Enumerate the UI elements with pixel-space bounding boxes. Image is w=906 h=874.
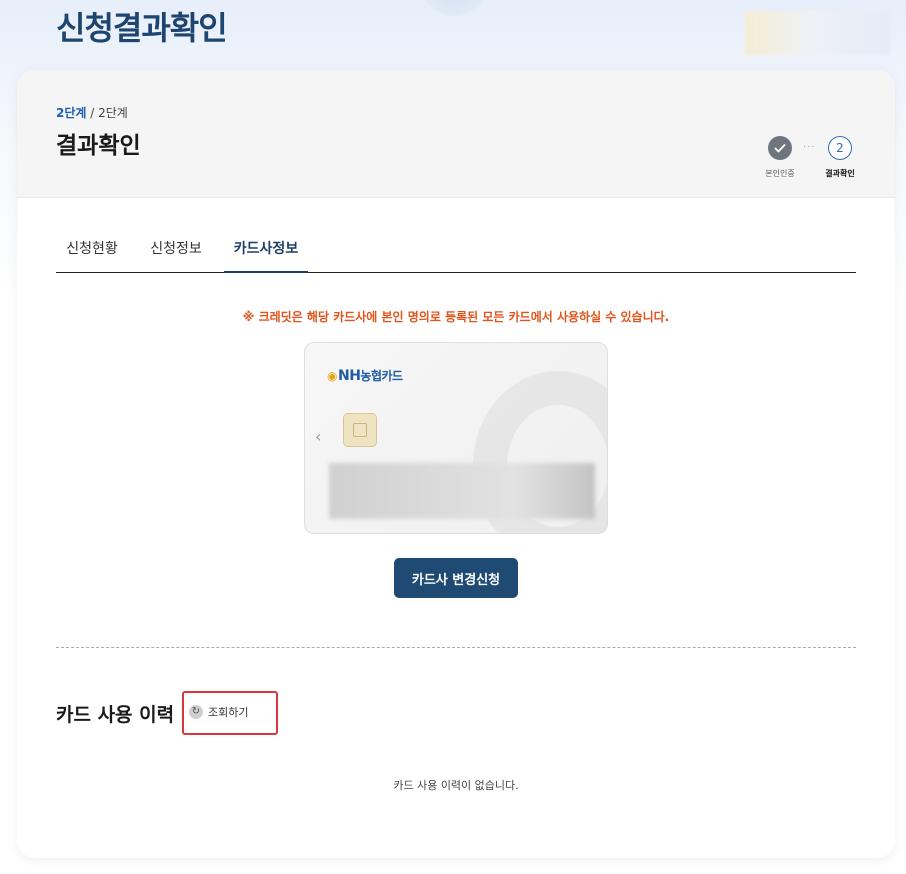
credit-notice: ※ 크레딧은 해당 카드사에 본인 명의로 등록된 모든 카드에서 사용하실 수… xyxy=(242,310,670,324)
lookup-button[interactable]: ↻ 조회하기 xyxy=(189,702,248,722)
section-title: 결과확인 xyxy=(56,133,141,159)
refresh-icon: ↻ xyxy=(189,705,203,719)
nh-logo-icon: ◉ xyxy=(327,369,337,383)
chevron-left-icon[interactable]: ‹ xyxy=(315,427,321,446)
tab-application-info[interactable]: 신청정보 xyxy=(140,236,212,272)
lookup-button-label: 조회하기 xyxy=(208,706,249,719)
nh-card-logo: ◉NH농협카드 xyxy=(327,367,403,384)
check-icon xyxy=(768,136,792,160)
banner-image xyxy=(745,11,891,55)
breadcrumb-total-step: 2단계 xyxy=(98,106,128,120)
tab-bar: 신청현황 신청정보 카드사정보 xyxy=(56,236,856,273)
card-brand-korean: 농협카드 xyxy=(360,369,403,383)
empty-history-message: 카드 사용 이력이 없습니다. xyxy=(393,779,519,792)
breadcrumb-current-step: 2단계 xyxy=(56,106,87,120)
step-label: 결과확인 xyxy=(825,169,855,178)
page-title: 신청결과확인 xyxy=(56,9,228,47)
step-number: 2 xyxy=(828,136,852,160)
section-divider xyxy=(56,647,856,648)
step-indicator: 본인인증 ··· 2 결과확인 xyxy=(762,136,862,186)
card-brand-latin: NH xyxy=(337,368,361,384)
card-chip-icon xyxy=(343,413,377,447)
step-label: 본인인증 xyxy=(765,169,795,178)
breadcrumb: 2단계 / 2단계 xyxy=(56,104,128,121)
decorative-background-circle xyxy=(420,0,488,16)
tab-card-company-info[interactable]: 카드사정보 xyxy=(224,236,308,273)
step-result-check: 2 결과확인 xyxy=(822,136,858,179)
card-usage-history-title: 카드 사용 이력 xyxy=(56,704,175,726)
step-connector: ··· xyxy=(803,142,816,153)
result-panel: 2단계 / 2단계 결과확인 본인인증 ··· 2 결과확인 신청현황 신청정보… xyxy=(17,70,895,858)
change-card-company-button[interactable]: 카드사 변경신청 xyxy=(394,558,518,598)
panel-header: 2단계 / 2단계 결과확인 본인인증 ··· 2 결과확인 xyxy=(17,70,895,198)
breadcrumb-separator: / xyxy=(86,106,99,120)
step-identity-verification: 본인인증 xyxy=(762,136,798,179)
tab-application-status[interactable]: 신청현황 xyxy=(56,236,128,272)
card-image: ◉NH농협카드 ‹ xyxy=(304,342,608,534)
masked-card-number xyxy=(329,463,595,519)
